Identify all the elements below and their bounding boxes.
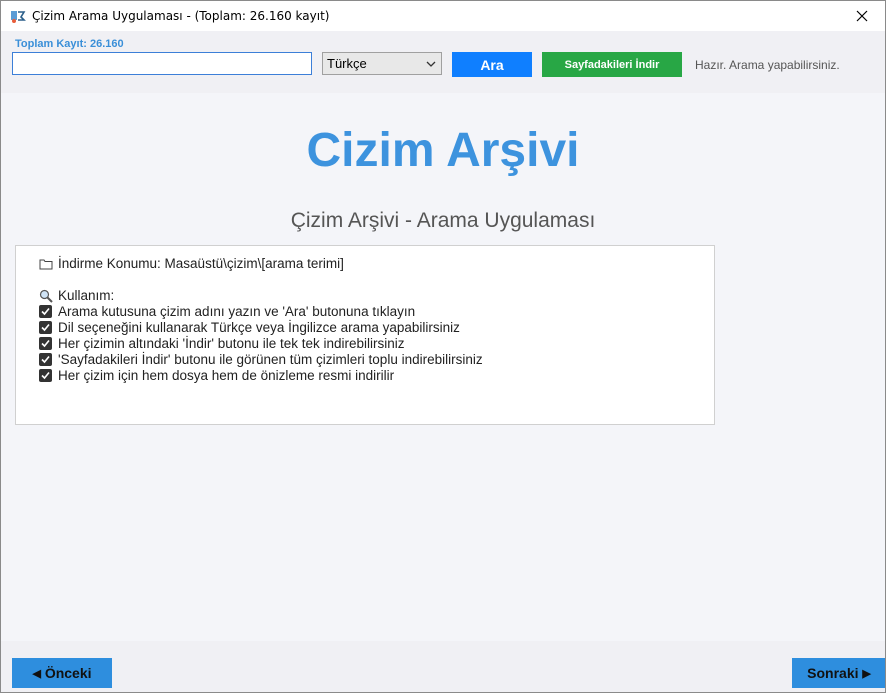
search-button[interactable]: Ara: [452, 52, 532, 77]
usage-item: Dil seçeneğini kullanarak Türkçe veya İn…: [39, 320, 460, 335]
magnifier-icon: [39, 289, 53, 303]
checkbox-checked-icon: [39, 369, 52, 382]
usage-item: Arama kutusuna çizim adını yazın ve 'Ara…: [39, 304, 415, 319]
download-page-button[interactable]: Sayfadakileri İndir: [542, 52, 682, 77]
page-subtitle: Çizim Arşivi - Arama Uygulaması: [290, 209, 596, 232]
app-window: Çizim Arama Uygulaması - (Toplam: 26.160…: [0, 0, 886, 693]
usage-item: Her çizimin altındaki 'İndir' butonu ile…: [39, 336, 405, 351]
usage-item: 'Sayfadakileri İndir' butonu ile görünen…: [39, 352, 483, 367]
language-select[interactable]: Türkçe: [322, 52, 442, 75]
page-title: Cizim Arşivi: [306, 124, 580, 177]
close-icon: [856, 10, 868, 22]
language-selected-value: Türkçe: [327, 56, 367, 71]
usage-item-text: Her çizimin altındaki 'İndir' butonu ile…: [58, 336, 405, 351]
arrow-left-icon: ◀: [32, 667, 41, 680]
status-text: Hazır. Arama yapabilirsiniz.: [695, 58, 840, 72]
usage-heading-line: Kullanım:: [39, 288, 114, 303]
info-panel: İndirme Konumu: Masaüstü\çizim\[arama te…: [15, 245, 715, 425]
usage-item-text: Arama kutusuna çizim adını yazın ve 'Ara…: [58, 304, 416, 319]
total-records-label: Toplam Kayıt: 26.160: [15, 38, 124, 50]
previous-page-button[interactable]: ◀ Önceki: [12, 658, 112, 688]
checkbox-checked-icon: [39, 321, 52, 334]
pagination-bar: [1, 641, 885, 692]
checkbox-checked-icon: [39, 353, 52, 366]
usage-item-text: Dil seçeneğini kullanarak Türkçe veya İn…: [58, 320, 460, 335]
usage-item-text: 'Sayfadakileri İndir' butonu ile görünen…: [58, 352, 483, 367]
next-page-label: Sonraki: [807, 665, 859, 681]
usage-item: Her çizim için hem dosya hem de önizleme…: [39, 368, 394, 383]
window-title: Çizim Arama Uygulaması - (Toplam: 26.160…: [32, 9, 330, 23]
download-location-text: İndirme Konumu: Masaüstü\çizim\[arama te…: [58, 256, 344, 271]
download-location-line: İndirme Konumu: Masaüstü\çizim\[arama te…: [39, 256, 344, 271]
title-bar: Çizim Arama Uygulaması - (Toplam: 26.160…: [1, 1, 885, 31]
next-page-button[interactable]: Sonraki ▶: [792, 658, 885, 688]
usage-item-text: Her çizim için hem dosya hem de önizleme…: [58, 368, 395, 383]
app-icon: [10, 8, 26, 24]
checkbox-checked-icon: [39, 337, 52, 350]
usage-heading: Kullanım:: [58, 288, 115, 303]
checkbox-checked-icon: [39, 305, 52, 318]
search-toolbar: Toplam Kayıt: 26.160 Türkçe Ara Sayfadak…: [1, 31, 885, 93]
close-button[interactable]: [839, 1, 885, 31]
folder-icon: [39, 257, 53, 271]
arrow-right-icon: ▶: [862, 667, 871, 680]
chevron-down-icon: [426, 61, 436, 67]
search-input[interactable]: [12, 52, 312, 75]
previous-page-label: Önceki: [44, 665, 92, 681]
